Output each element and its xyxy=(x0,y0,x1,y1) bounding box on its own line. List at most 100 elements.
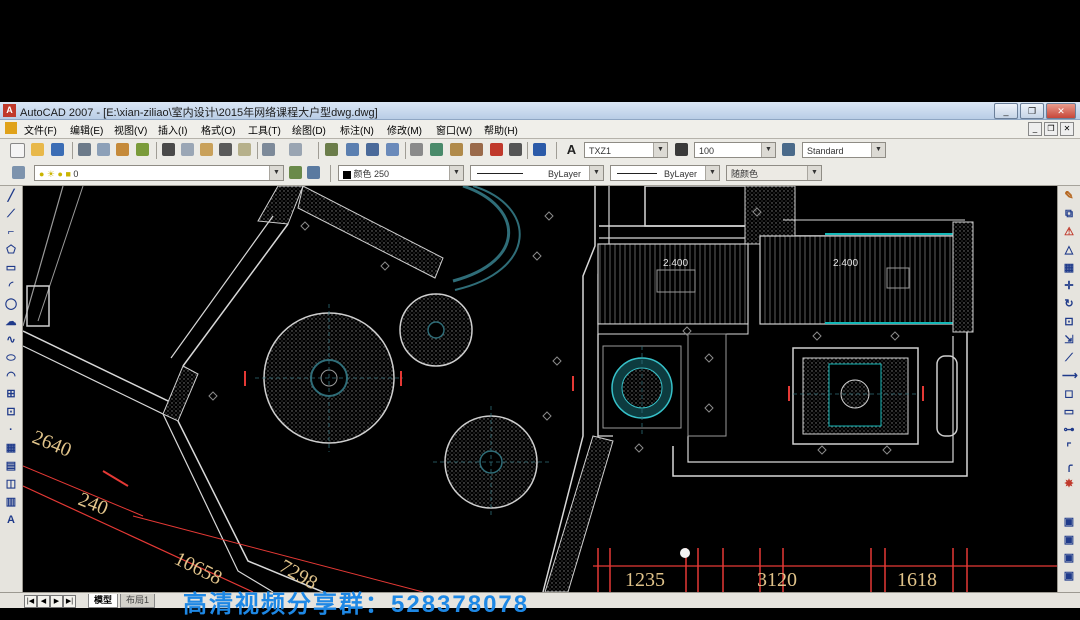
doc-close-button[interactable]: ✕ xyxy=(1060,122,1074,136)
layer-previous-icon[interactable] xyxy=(307,166,320,179)
dim-style-icon[interactable] xyxy=(675,143,688,156)
cut-icon[interactable] xyxy=(162,143,175,156)
point-icon[interactable]: · xyxy=(4,424,18,437)
publish-icon[interactable] xyxy=(116,143,129,156)
scale-icon[interactable]: ⊡ xyxy=(1062,316,1076,329)
tab-layout1[interactable]: 布局1 xyxy=(120,594,156,608)
print-icon[interactable] xyxy=(78,143,91,156)
doc-minimize-button[interactable]: _ xyxy=(1028,122,1042,136)
next-tab-button[interactable]: ▶ xyxy=(50,595,63,608)
fillet-icon[interactable]: ╭ xyxy=(1062,460,1076,473)
erase-icon[interactable]: ✎ xyxy=(1062,190,1076,203)
circle-icon[interactable]: ◯ xyxy=(4,298,18,311)
gradient-icon[interactable]: ▤ xyxy=(4,460,18,473)
doc-restore-button[interactable]: ❐ xyxy=(1044,122,1058,136)
offset-icon[interactable]: △ xyxy=(1062,244,1076,257)
close-button[interactable]: ✕ xyxy=(1046,103,1076,119)
layer-manager-icon[interactable] xyxy=(12,166,25,179)
zoom-window-icon[interactable] xyxy=(366,143,379,156)
help-icon[interactable] xyxy=(533,143,546,156)
break-icon[interactable]: ▭ xyxy=(1062,406,1076,419)
copy-icon[interactable] xyxy=(181,143,194,156)
first-tab-button[interactable]: |◀ xyxy=(24,595,37,608)
menu-insert[interactable]: 插入(I) xyxy=(158,122,187,137)
rectangle-icon[interactable]: ▭ xyxy=(4,262,18,275)
layer-select[interactable]: ● ☀ ● ■ 0 ▼ xyxy=(34,165,284,181)
array-icon[interactable]: ▦ xyxy=(1062,262,1076,275)
table-style-icon[interactable] xyxy=(782,143,795,156)
dim-style-select[interactable]: 100 ▼ xyxy=(694,142,776,158)
last-tab-button[interactable]: ▶| xyxy=(63,595,76,608)
extend-icon[interactable]: ⟶ xyxy=(1062,370,1078,383)
ellipse-arc-icon[interactable]: ◠ xyxy=(4,370,18,383)
open-icon[interactable] xyxy=(31,143,44,156)
minimize-button[interactable]: _ xyxy=(994,103,1018,119)
plot-preview-icon[interactable] xyxy=(97,143,110,156)
pan-icon[interactable] xyxy=(325,143,338,156)
text-style-select[interactable]: TXZ1 ▼ xyxy=(584,142,668,158)
polygon-icon[interactable]: ⬠ xyxy=(4,244,18,257)
break-at-point-icon[interactable]: ◻ xyxy=(1062,388,1076,401)
menu-dimension[interactable]: 标注(N) xyxy=(340,122,374,137)
table-icon[interactable]: ▥ xyxy=(4,496,18,509)
prev-tab-button[interactable]: ◀ xyxy=(37,595,50,608)
menu-file[interactable]: 文件(F) xyxy=(24,122,57,137)
menu-format[interactable]: 格式(O) xyxy=(201,122,235,137)
redo-icon[interactable] xyxy=(289,143,302,156)
calculator-icon[interactable] xyxy=(509,143,522,156)
make-block-icon[interactable]: ⊡ xyxy=(4,406,18,419)
trim-icon[interactable]: ⟋ xyxy=(1062,352,1076,365)
lineweight-select[interactable]: ByLayer ▼ xyxy=(610,165,720,181)
plotstyle-select[interactable]: 随颜色 ▼ xyxy=(726,165,822,181)
design-center-icon[interactable] xyxy=(430,143,443,156)
zoom-realtime-icon[interactable] xyxy=(346,143,359,156)
polyline-icon[interactable]: ⌐ xyxy=(4,226,18,239)
menu-help[interactable]: 帮助(H) xyxy=(484,122,518,137)
chamfer-icon[interactable]: ⌜ xyxy=(1062,442,1076,455)
tool-extra-4-icon[interactable]: ▣ xyxy=(1062,570,1076,583)
block-editor-icon[interactable] xyxy=(238,143,251,156)
arc-icon[interactable]: ◜ xyxy=(4,280,18,293)
revision-cloud-icon[interactable]: ☁ xyxy=(4,316,18,329)
line-icon[interactable]: ╱ xyxy=(4,190,18,203)
sheet-set-icon[interactable] xyxy=(470,143,483,156)
stretch-icon[interactable]: ⇲ xyxy=(1062,334,1076,347)
tool-palettes-icon[interactable] xyxy=(450,143,463,156)
match-properties-icon[interactable] xyxy=(219,143,232,156)
save-icon[interactable] xyxy=(51,143,64,156)
3d-dwf-icon[interactable] xyxy=(136,143,149,156)
construction-line-icon[interactable]: ⟋ xyxy=(4,208,18,221)
tab-model[interactable]: 模型 xyxy=(88,594,119,608)
tool-extra-1-icon[interactable]: ▣ xyxy=(1062,516,1076,529)
copy-object-icon[interactable]: ⧉ xyxy=(1062,208,1076,221)
rotate-icon[interactable]: ↻ xyxy=(1062,298,1076,311)
color-select[interactable]: 颜色 250 ▼ xyxy=(338,165,464,181)
restore-button[interactable]: ❐ xyxy=(1020,103,1044,119)
make-object-layer-current-icon[interactable] xyxy=(289,166,302,179)
autocad-app-icon[interactable]: A xyxy=(3,104,16,117)
menu-window[interactable]: 窗口(W) xyxy=(436,122,472,137)
tool-extra-2-icon[interactable]: ▣ xyxy=(1062,534,1076,547)
ellipse-icon[interactable]: ⬭ xyxy=(4,352,18,365)
menu-edit[interactable]: 编辑(E) xyxy=(70,122,103,137)
multiline-text-icon[interactable]: A xyxy=(4,514,18,527)
menu-tools[interactable]: 工具(T) xyxy=(248,122,281,137)
paste-icon[interactable] xyxy=(200,143,213,156)
hatch-icon[interactable]: ▦ xyxy=(4,442,18,455)
drawing-canvas[interactable]: 2640 240 10658 7298 1235 3120 1618 2.400… xyxy=(23,186,1057,592)
spline-icon[interactable]: ∿ xyxy=(4,334,18,347)
join-icon[interactable]: ⊶ xyxy=(1062,424,1076,437)
document-icon[interactable] xyxy=(5,122,17,134)
zoom-previous-icon[interactable] xyxy=(386,143,399,156)
insert-block-icon[interactable]: ⊞ xyxy=(4,388,18,401)
region-icon[interactable]: ◫ xyxy=(4,478,18,491)
menu-view[interactable]: 视图(V) xyxy=(114,122,147,137)
undo-icon[interactable] xyxy=(262,143,275,156)
tool-extra-3-icon[interactable]: ▣ xyxy=(1062,552,1076,565)
text-style-icon[interactable]: A xyxy=(565,143,578,156)
explode-icon[interactable]: ✸ xyxy=(1062,478,1076,491)
new-icon[interactable] xyxy=(10,143,25,158)
menu-modify[interactable]: 修改(M) xyxy=(387,122,422,137)
move-icon[interactable]: ✛ xyxy=(1062,280,1076,293)
menu-draw[interactable]: 绘图(D) xyxy=(292,122,326,137)
